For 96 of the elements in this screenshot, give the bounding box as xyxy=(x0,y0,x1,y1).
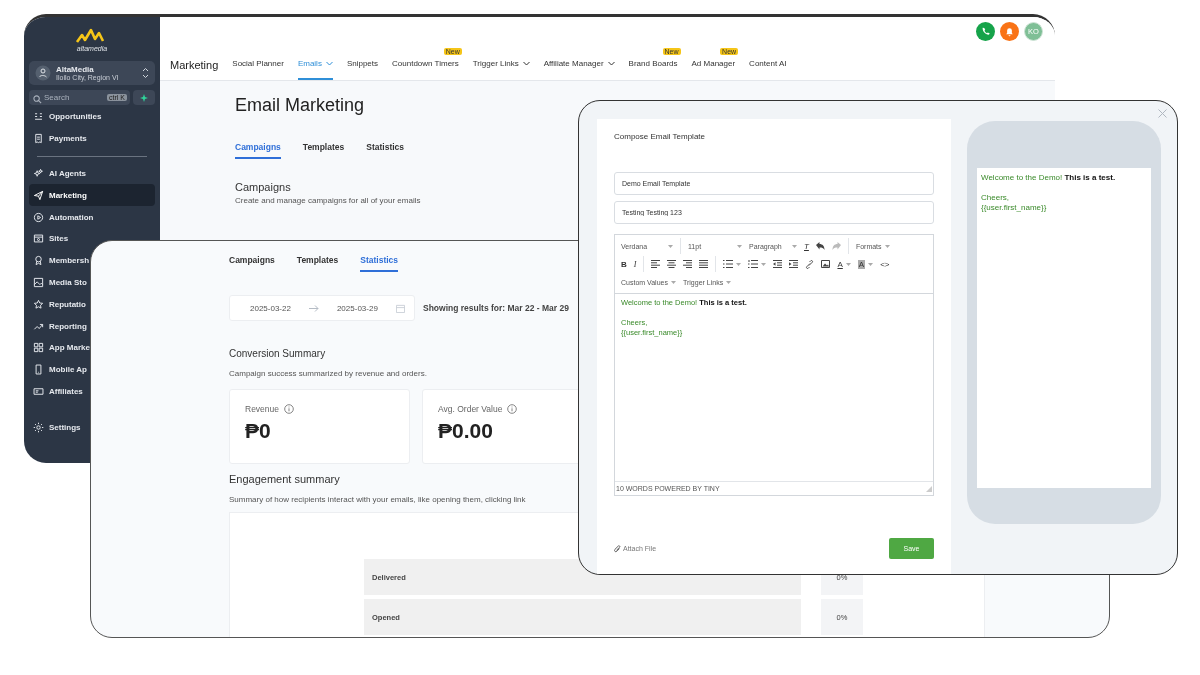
columns-icon xyxy=(33,111,44,123)
receipt-icon xyxy=(33,133,44,145)
user-icon xyxy=(35,65,51,81)
image-icon[interactable] xyxy=(821,260,831,268)
sidebar-item[interactable]: Payments xyxy=(29,127,91,150)
section-subtitle: Campaign success summarized by revenue and orders. xyxy=(229,369,427,378)
sidebar-item[interactable]: Sites xyxy=(29,228,73,250)
calendar-icon xyxy=(395,303,405,313)
star-icon xyxy=(33,298,44,310)
end-date: 2025-03-29 xyxy=(336,303,378,313)
align-right-icon[interactable] xyxy=(683,260,693,268)
highlight-button[interactable]: A xyxy=(857,259,866,269)
caret-icon xyxy=(668,244,673,248)
nav-tab[interactable]: Emails xyxy=(297,59,333,80)
nav-tab[interactable]: Affiliate Manager xyxy=(543,59,615,80)
section-title: Marketing xyxy=(170,59,219,73)
caret-icon xyxy=(726,280,732,284)
outdent-icon[interactable] xyxy=(773,260,783,268)
metric-value: ₱0 xyxy=(245,419,272,443)
email-text: Cheers, xyxy=(981,193,1010,203)
undo-icon[interactable] xyxy=(815,242,825,250)
search-icon xyxy=(33,95,42,104)
text-color-button[interactable]: A xyxy=(837,259,843,269)
info-icon[interactable] xyxy=(284,404,295,414)
sidebar-item[interactable]: AI Agents xyxy=(29,162,91,185)
chevron-updown-icon xyxy=(142,67,149,79)
date-range-picker[interactable]: 2025-03-22 2025-03-29 xyxy=(229,295,415,321)
sidebar-item[interactable]: Opportunities xyxy=(29,109,106,128)
nav-tab[interactable]: Trigger Links xyxy=(472,59,530,80)
bell-icon[interactable] xyxy=(1000,22,1019,41)
caret-icon xyxy=(845,262,851,266)
nav-tab[interactable]: Snippets xyxy=(346,59,379,80)
send-icon xyxy=(33,189,44,201)
caret-icon xyxy=(736,262,742,266)
arrow-right-icon xyxy=(308,304,319,312)
grid-icon xyxy=(33,342,44,354)
sidebar-item[interactable]: Marketing xyxy=(29,184,155,207)
award-icon xyxy=(33,255,44,267)
caret-icon xyxy=(737,244,742,248)
tab[interactable]: Templates xyxy=(296,255,339,272)
info-icon[interactable] xyxy=(507,404,518,414)
align-center-icon[interactable] xyxy=(667,260,677,268)
clear-format-button[interactable]: T xyxy=(804,241,809,251)
start-date: 2025-03-22 xyxy=(250,303,291,313)
caret-icon xyxy=(761,262,767,266)
tab[interactable]: Campaigns xyxy=(229,255,275,272)
image-icon xyxy=(33,276,44,288)
section-subtitle: Create and manage campaigns for all of your emails xyxy=(235,196,421,205)
sidebar-item[interactable]: Reputatio xyxy=(29,293,90,316)
account-name: AltaMedia xyxy=(56,65,95,74)
align-left-icon[interactable] xyxy=(651,260,661,268)
dialog-title: Compose Email Template xyxy=(614,132,706,141)
nav-tab[interactable]: Social Planner xyxy=(232,59,284,80)
nav-tab[interactable]: Content AI xyxy=(749,59,787,80)
metric-value: ₱0.00 xyxy=(438,419,494,443)
bold-button[interactable]: B xyxy=(621,259,627,269)
caret-icon xyxy=(868,262,874,266)
section-subtitle: Summary of how recipients interact with your emails, like opening them, clicking link xyxy=(229,495,526,504)
sidebar-item[interactable]: App Marke xyxy=(29,336,94,359)
italic-button[interactable]: I xyxy=(633,259,637,269)
section-heading: Conversion Summary xyxy=(229,348,326,359)
tab[interactable]: Statistics xyxy=(366,142,405,159)
metric-label: Avg. Order Value xyxy=(438,404,503,414)
sidebar-item[interactable]: Mobile Ap xyxy=(29,358,91,381)
id-card-icon xyxy=(33,385,44,397)
section-heading: Campaigns xyxy=(235,181,291,193)
sidebar-item[interactable]: Automation xyxy=(29,206,98,228)
bullet-list-icon[interactable] xyxy=(723,260,734,268)
caret-icon xyxy=(670,280,676,284)
tab[interactable]: Campaigns xyxy=(235,142,281,159)
sidebar-item[interactable]: Reporting xyxy=(29,315,91,337)
justify-icon[interactable] xyxy=(699,260,709,268)
sidebar-item[interactable]: Media Sto xyxy=(29,271,91,294)
section-heading: Engagement summary xyxy=(229,473,340,485)
metric-label: Revenue xyxy=(245,404,280,414)
phone-icon[interactable] xyxy=(976,22,995,41)
sidebar-item[interactable]: Affiliates xyxy=(29,380,87,403)
indent-icon[interactable] xyxy=(789,260,799,268)
numbered-list-icon[interactable] xyxy=(748,260,759,268)
email-text: {{user.first_name}} xyxy=(981,203,1048,213)
source-code-button[interactable]: <> xyxy=(880,259,890,269)
link-icon[interactable] xyxy=(805,259,815,269)
email-text: Welcome to the Demo! This is a test. xyxy=(981,173,1117,183)
resize-handle-icon[interactable] xyxy=(926,485,932,492)
page-title: Email Marketing xyxy=(235,95,365,116)
paperclip-icon xyxy=(614,544,621,553)
caret-icon xyxy=(884,244,890,248)
tab[interactable]: Templates xyxy=(302,142,345,159)
mobile-icon xyxy=(33,364,44,376)
sidebar-item[interactable]: Settings xyxy=(29,417,85,439)
results-range-text: Showing results for: Mar 22 - Mar 29 xyxy=(423,303,569,313)
tab[interactable]: Statistics xyxy=(360,255,399,272)
quick-action-button[interactable] xyxy=(133,90,155,105)
browser-icon xyxy=(33,233,44,245)
sidebar-item[interactable]: Membersh xyxy=(29,249,93,272)
caret-icon xyxy=(792,244,797,248)
